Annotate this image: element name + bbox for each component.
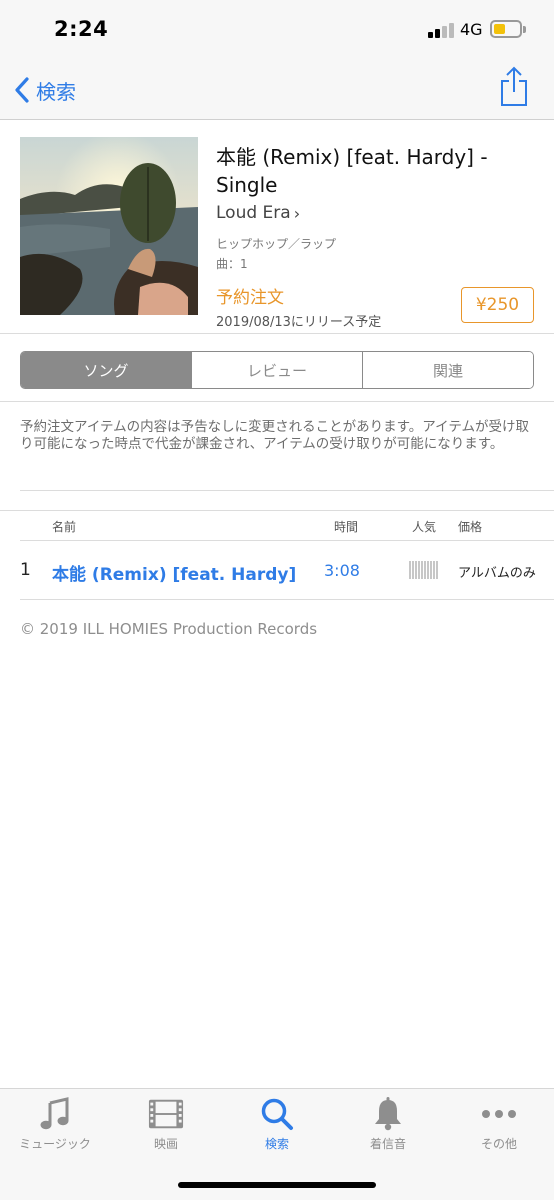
status-time: 2:24	[54, 17, 109, 41]
track-price: アルバムのみ	[458, 566, 536, 581]
network-type: 4G	[460, 20, 483, 39]
artist-link[interactable]: Loud Era ›	[216, 203, 300, 223]
header-name: 名前	[52, 520, 77, 534]
segment-reviews[interactable]: レビュー	[191, 352, 362, 388]
preorder-notice: 予約注文アイテムの内容は予告なしに変更されることがあります。アイテムが受け取り可…	[20, 419, 529, 452]
divider	[20, 490, 554, 491]
battery-icon	[490, 20, 526, 38]
release-date: 2019/08/13にリリース予定	[216, 315, 382, 330]
divider	[20, 599, 554, 600]
divider	[0, 333, 554, 334]
tab-label: 映画	[153, 1137, 178, 1151]
music-note-icon	[37, 1097, 73, 1131]
tab-search[interactable]: 検索	[222, 1097, 332, 1157]
album-artwork[interactable]	[20, 137, 198, 315]
album-header: 本能 (Remix) [feat. Hardy] - Single Loud E…	[0, 121, 554, 333]
search-icon	[259, 1097, 295, 1131]
home-indicator[interactable]	[178, 1182, 376, 1188]
tab-movies[interactable]: 映画	[111, 1097, 221, 1157]
album-title: 本能 (Remix) [feat. Hardy] - Single	[216, 145, 488, 197]
back-button-label: 検索	[36, 79, 76, 104]
segment-songs[interactable]: ソング	[21, 352, 191, 388]
navigation-bar: 検索	[0, 60, 554, 120]
segment-related[interactable]: 関連	[362, 352, 533, 388]
divider	[0, 401, 554, 402]
status-bar: 2:24 4G	[0, 0, 554, 60]
album-artwork-image	[20, 137, 198, 315]
header-price: 価格	[458, 520, 483, 534]
share-button[interactable]	[498, 65, 530, 107]
tab-label: 検索	[264, 1137, 289, 1151]
copyright-text: © 2019 ILL HOMIES Production Records	[20, 620, 318, 638]
track-list-header: 名前 時間 人気 価格	[0, 511, 554, 541]
header-popularity: 人気	[412, 520, 437, 534]
artist-name: Loud Era	[216, 203, 291, 223]
tab-label: その他	[480, 1137, 517, 1151]
tab-label: 着信音	[369, 1137, 406, 1151]
preorder-label: 予約注文	[216, 288, 284, 308]
tab-label: ミュージック	[19, 1137, 91, 1151]
back-button[interactable]: 検索	[14, 72, 76, 108]
popularity-bars-icon	[409, 561, 439, 579]
header-time: 時間	[334, 520, 359, 534]
tab-more[interactable]: その他	[444, 1097, 554, 1157]
genre-label: ヒップホップ／ラップ	[216, 237, 337, 251]
track-duration[interactable]: 3:08	[324, 561, 360, 580]
film-icon	[148, 1097, 184, 1131]
tab-ringtones[interactable]: 着信音	[333, 1097, 443, 1157]
signal-icon	[428, 22, 454, 38]
track-name[interactable]: 本能 (Remix) [feat. Hardy]	[52, 560, 296, 585]
bell-icon	[370, 1097, 406, 1131]
chevron-left-icon	[15, 77, 29, 103]
price-button[interactable]: ¥250	[461, 287, 534, 323]
share-icon	[501, 66, 527, 106]
chevron-right-icon: ›	[293, 203, 301, 223]
songs-count: 曲：1	[216, 257, 248, 271]
tab-music[interactable]: ミュージック	[0, 1097, 110, 1157]
track-row[interactable]: 1 本能 (Remix) [feat. Hardy] 3:08 アルバムのみ	[0, 541, 554, 599]
segmented-control: ソング レビュー 関連	[20, 351, 534, 389]
more-icon	[481, 1097, 517, 1131]
track-number: 1	[20, 560, 31, 580]
